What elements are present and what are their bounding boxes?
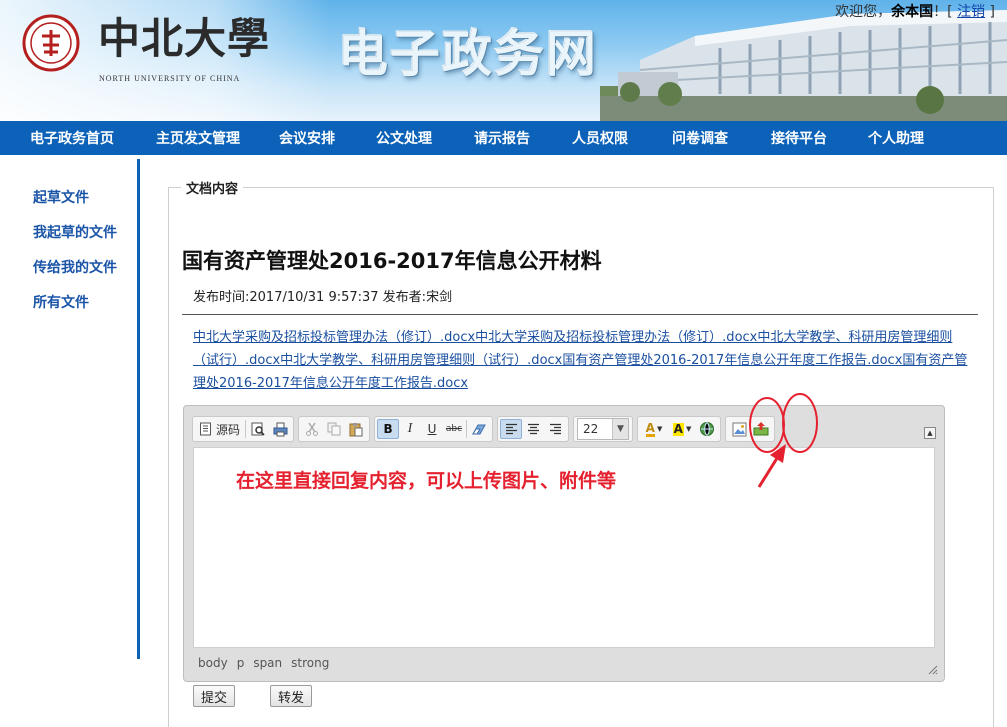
- toolbar-group-format: B I U abc: [374, 416, 494, 442]
- editor-content-area[interactable]: 在这里直接回复内容，可以上传图片、附件等: [193, 447, 935, 648]
- source-label: 源码: [216, 422, 241, 437]
- sidebar-item-all-files[interactable]: 所有文件: [33, 292, 89, 312]
- cut-icon: [306, 422, 319, 436]
- font-size-select[interactable]: 22 ▼: [577, 418, 630, 440]
- nav-item-permissions[interactable]: 人员权限: [558, 128, 642, 148]
- nav-item-personal-assistant[interactable]: 个人助理: [840, 128, 952, 148]
- underline-button[interactable]: U: [421, 419, 443, 439]
- rich-text-editor: 源码 B I U abc 22 ▼ A ▼ A ▼ ▲ 在这里直接回复内容，可以…: [183, 405, 945, 682]
- logout-link[interactable]: 注销: [957, 4, 985, 20]
- nav-item-surveys[interactable]: 问卷调查: [642, 128, 758, 148]
- resize-grip-icon[interactable]: [926, 663, 938, 675]
- document-meta: 发布时间:2017/10/31 9:57:37 发布者:宋剑: [193, 290, 453, 305]
- element-path-bar: body p span strong: [198, 656, 338, 670]
- strikethrough-button[interactable]: abc: [443, 419, 465, 439]
- font-size-value: 22: [583, 422, 599, 436]
- university-emblem-icon: [22, 14, 80, 72]
- document-title: 国有资产管理处2016-2017年信息公开材料: [182, 249, 602, 273]
- toolbar-group-insert: [725, 416, 776, 442]
- paste-icon: [349, 422, 363, 436]
- nav-item-reception[interactable]: 接待平台: [758, 128, 840, 148]
- toolbar-group-align: [497, 416, 570, 442]
- welcome-mid: ！[: [933, 4, 953, 20]
- university-logo-english: NORTH UNIVERSITY OF CHINA: [99, 74, 241, 83]
- sidebar-item-my-drafts[interactable]: 我起草的文件: [33, 222, 117, 242]
- copy-icon: [327, 422, 341, 436]
- align-right-button[interactable]: [544, 419, 566, 439]
- main-nav: 电子政务首页 主页发文管理 会议安排 公文处理 请示报告 人员权限 问卷调查 接…: [0, 121, 1007, 155]
- path-p[interactable]: p: [237, 656, 245, 670]
- image-icon: [732, 422, 747, 436]
- nav-item-home[interactable]: 电子政务首页: [0, 128, 144, 148]
- fieldset-legend: 文档内容: [181, 178, 244, 197]
- eraser-icon: [471, 424, 486, 434]
- print-button[interactable]: [269, 419, 291, 439]
- align-center-button[interactable]: [522, 419, 544, 439]
- welcome-suffix: ]: [989, 4, 995, 20]
- submit-button[interactable]: 提交: [193, 685, 236, 707]
- link-button[interactable]: [696, 419, 718, 439]
- toolbar-group-color: A ▼ A ▼: [637, 416, 722, 442]
- path-strong[interactable]: strong: [291, 656, 329, 670]
- toolbar-group-source: 源码: [192, 416, 295, 442]
- remove-format-button[interactable]: [468, 419, 490, 439]
- sidebar-divider: [137, 159, 140, 659]
- upload-attachment-button[interactable]: [750, 419, 772, 439]
- site-title: 电子政务网: [338, 25, 598, 83]
- welcome-bar: 欢迎您，余本国！[ 注销 ]: [835, 1, 995, 21]
- align-left-icon: [505, 423, 517, 435]
- upload-icon: [753, 422, 769, 436]
- nav-item-meetings[interactable]: 会议安排: [252, 128, 362, 148]
- preview-icon: [251, 422, 265, 436]
- align-center-icon: [527, 423, 539, 435]
- font-color-button[interactable]: A ▼: [640, 419, 668, 439]
- attachment-links[interactable]: 中北大学采购及招标投标管理办法（修订）.docx中北大学采购及招标投标管理办法（…: [193, 326, 968, 395]
- title-divider: [182, 314, 978, 315]
- paste-button[interactable]: [345, 419, 367, 439]
- toolbar-group-font-size: 22 ▼: [573, 416, 634, 442]
- bg-color-button[interactable]: A ▼: [668, 419, 696, 439]
- editor-toolbar: 源码 B I U abc 22 ▼ A ▼ A ▼: [192, 413, 937, 445]
- copy-button[interactable]: [323, 419, 345, 439]
- nav-item-documents[interactable]: 公文处理: [362, 128, 446, 148]
- chevron-down-icon: ▼: [612, 419, 629, 439]
- highlight-color-icon: A: [672, 421, 684, 436]
- align-right-icon: [549, 423, 561, 435]
- path-span[interactable]: span: [253, 656, 282, 670]
- italic-button[interactable]: I: [399, 419, 421, 439]
- welcome-prefix: 欢迎您，: [835, 4, 892, 20]
- path-body[interactable]: body: [198, 656, 228, 670]
- header-banner: 中北大學 NORTH UNIVERSITY OF CHINA 电子政务网 欢迎您…: [0, 0, 1007, 121]
- print-icon: [273, 422, 288, 436]
- forward-button[interactable]: 转发: [270, 685, 313, 707]
- bold-button[interactable]: B: [377, 419, 400, 439]
- source-icon: [200, 422, 211, 436]
- toolbar-group-clipboard: [298, 416, 371, 442]
- align-left-button[interactable]: [500, 419, 523, 439]
- username: 余本国: [891, 4, 934, 20]
- insert-image-button[interactable]: [728, 419, 750, 439]
- reply-hint-text: 在这里直接回复内容，可以上传图片、附件等: [236, 470, 617, 492]
- globe-link-icon: [700, 422, 715, 436]
- nav-item-reports[interactable]: 请示报告: [446, 128, 558, 148]
- font-color-icon: A: [645, 420, 655, 437]
- university-logo-text: 中北大學: [98, 14, 271, 63]
- preview-button[interactable]: [247, 419, 269, 439]
- sidebar: 起草文件 我起草的文件 传给我的文件 所有文件: [0, 155, 141, 660]
- sidebar-item-draft[interactable]: 起草文件: [33, 187, 89, 207]
- sidebar-item-sent-to-me[interactable]: 传给我的文件: [33, 257, 117, 277]
- nav-item-homepage-publishing[interactable]: 主页发文管理: [144, 128, 252, 148]
- toolbar-collapse-button[interactable]: ▲: [924, 427, 936, 439]
- source-button[interactable]: 源码: [195, 421, 244, 438]
- cut-button[interactable]: [301, 419, 323, 439]
